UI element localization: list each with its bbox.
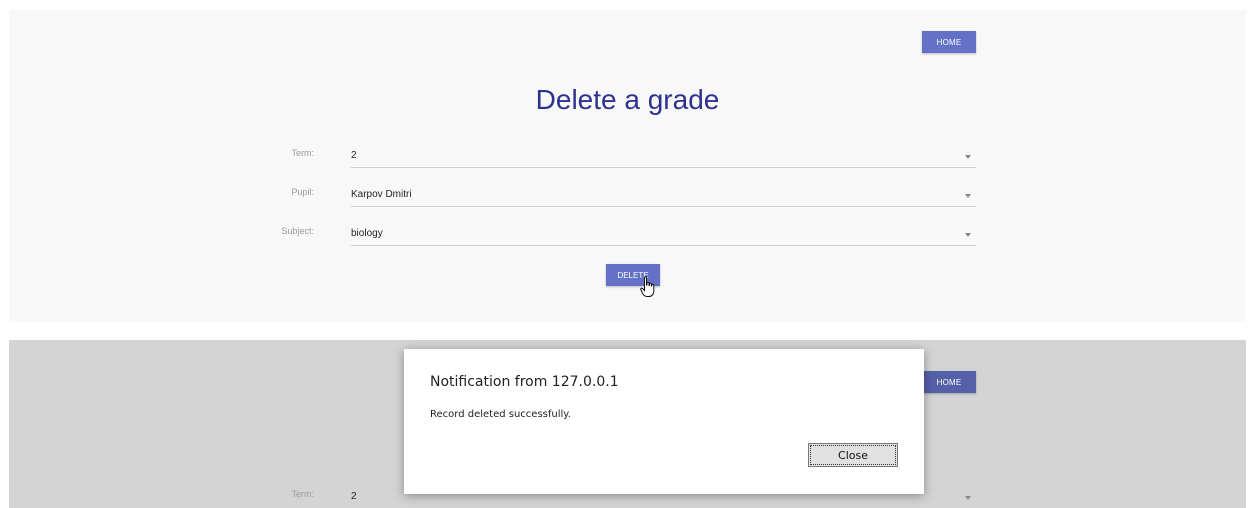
dialog-title: Notification from 127.0.0.1 — [430, 374, 619, 390]
home-button[interactable]: HOME — [922, 31, 976, 53]
pupil-value: Karpov Dmitri — [351, 189, 412, 200]
term-row: Term: 2 — [9, 147, 1246, 168]
home-button[interactable]: HOME — [922, 371, 976, 393]
subject-row: Subject: biology — [9, 225, 1246, 246]
term-label: Term: — [291, 489, 315, 499]
dialog-message: Record deleted successfully. — [430, 409, 571, 420]
term-value: 2 — [351, 150, 357, 161]
page-title: Delete a grade — [535, 84, 720, 115]
subject-label: Subject: — [281, 226, 314, 236]
pupil-row: Pupil: Karpov Dmitri — [9, 186, 1246, 207]
delete-grade-page: HOME Delete a grade Term: 2 Pupil: Karpo… — [9, 10, 1246, 322]
pupil-select[interactable]: Karpov Dmitri — [351, 186, 976, 207]
subject-value: biology — [351, 228, 383, 239]
subject-select[interactable]: biology — [351, 225, 976, 246]
caret-down-icon — [965, 496, 971, 500]
hand-pointer-icon — [640, 276, 655, 297]
caret-down-icon — [965, 233, 971, 237]
close-button[interactable]: Close — [808, 443, 898, 467]
pupil-label: Pupil: — [291, 187, 314, 197]
term-label: Term: — [291, 148, 315, 158]
notification-dialog: Notification from 127.0.0.1 Record delet… — [404, 349, 924, 494]
term-value: 2 — [351, 491, 357, 502]
caret-down-icon — [965, 194, 971, 198]
caret-down-icon — [965, 155, 971, 159]
term-select[interactable]: 2 — [351, 147, 976, 168]
